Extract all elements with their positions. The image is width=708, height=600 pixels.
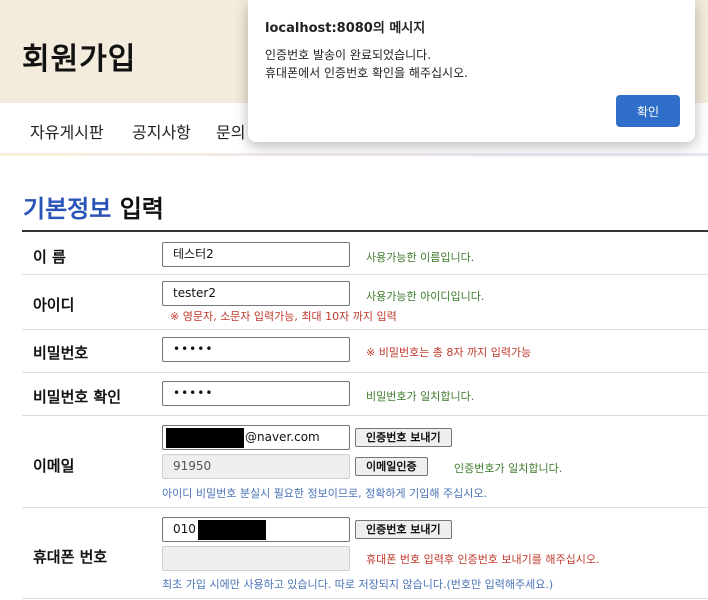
phone-send-code-button[interactable]: 인증번호 보내기 bbox=[355, 520, 452, 539]
dialog-message-line-1: 인증번호 발송이 완료되었습니다. bbox=[265, 48, 432, 62]
dialog-ok-button[interactable]: 확인 bbox=[616, 95, 680, 127]
nav-item-notice[interactable]: 공지사항 bbox=[132, 119, 191, 143]
name-label: 이 름 bbox=[33, 248, 66, 266]
password-input[interactable]: ••••• bbox=[162, 337, 350, 362]
phone-code-message: 휴대폰 번호 입력후 인증번호 보내기를 해주십시오. bbox=[366, 553, 600, 566]
phone-note: 최초 가입 시에만 사용하고 있습니다. 따로 저장되지 않습니다.(번호만 입… bbox=[162, 578, 554, 591]
alert-dialog: localhost:8080의 메시지 인증번호 발송이 완료되었습니다. 휴대… bbox=[248, 0, 695, 142]
password-confirm-input[interactable]: ••••• bbox=[162, 381, 350, 406]
dialog-message-line-2: 휴대폰에서 인증번호 확인을 해주십시오. bbox=[265, 66, 468, 80]
row-divider bbox=[22, 415, 708, 416]
nav-item-inquiry[interactable]: 문의 bbox=[216, 119, 245, 143]
email-note: 아이디 비밀번호 분실시 필요한 정보이므로, 정확하게 기입해 주십시오. bbox=[162, 487, 487, 500]
section-title-highlight: 기본정보 bbox=[23, 195, 112, 223]
email-label: 이메일 bbox=[33, 457, 75, 475]
form-top-border bbox=[22, 230, 708, 232]
row-divider bbox=[22, 372, 708, 373]
phone-label: 휴대폰 번호 bbox=[33, 548, 108, 566]
password-input-value: ••••• bbox=[173, 342, 214, 356]
nav-item-free-board[interactable]: 자유게시판 bbox=[30, 119, 104, 143]
phone-input-prefix: 010 bbox=[173, 522, 196, 536]
email-input-suffix: @naver.com bbox=[245, 430, 320, 444]
row-divider bbox=[22, 274, 708, 275]
dialog-title: localhost:8080의 메시지 bbox=[265, 21, 426, 36]
password-label: 비밀번호 bbox=[33, 344, 89, 362]
userid-label: 아이디 bbox=[33, 296, 75, 314]
password-confirm-message: 비밀번호가 일치합니다. bbox=[366, 390, 475, 403]
userid-input-value: tester2 bbox=[173, 286, 216, 300]
password-message: ※ 비밀번호는 총 8자 까지 입력가능 bbox=[366, 346, 532, 359]
email-code-input[interactable]: 91950 bbox=[162, 454, 350, 479]
phone-redaction bbox=[198, 520, 266, 540]
email-send-code-button[interactable]: 인증번호 보내기 bbox=[355, 428, 452, 447]
userid-hint: ※ 영문자, 소문자 입력가능, 최대 10자 까지 입력 bbox=[170, 310, 397, 323]
nav-divider bbox=[0, 153, 708, 156]
row-divider bbox=[22, 329, 708, 330]
name-input[interactable]: 테스터2 bbox=[162, 242, 350, 267]
userid-input[interactable]: tester2 bbox=[162, 281, 350, 306]
email-verify-button[interactable]: 이메일인증 bbox=[355, 457, 428, 476]
page-title: 회원가입 bbox=[22, 42, 137, 77]
name-input-value: 테스터2 bbox=[173, 247, 214, 261]
section-title-rest: 입력 bbox=[119, 195, 164, 223]
email-redaction bbox=[166, 428, 244, 448]
email-code-value: 91950 bbox=[173, 459, 212, 473]
phone-code-input[interactable] bbox=[162, 546, 350, 571]
row-divider bbox=[22, 507, 708, 508]
userid-message: 사용가능한 아이디입니다. bbox=[366, 290, 485, 303]
row-divider bbox=[22, 598, 708, 599]
name-message: 사용가능한 이름입니다. bbox=[366, 251, 475, 264]
section-title: 기본정보 입력 bbox=[23, 189, 164, 224]
password-confirm-input-value: ••••• bbox=[173, 386, 214, 400]
password-confirm-label: 비밀번호 확인 bbox=[33, 388, 122, 406]
email-code-message: 인증번호가 일치합니다. bbox=[454, 462, 563, 475]
